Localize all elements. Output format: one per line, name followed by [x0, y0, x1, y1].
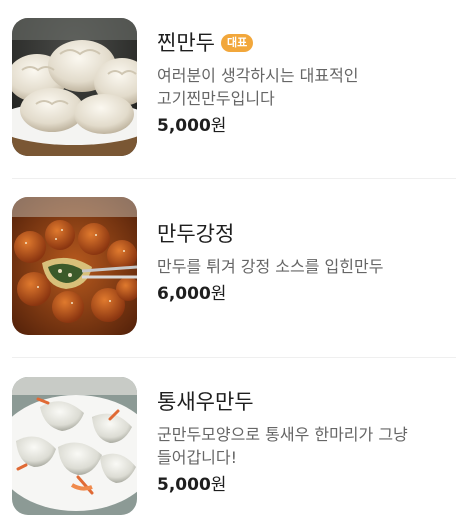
menu-item-info: 통새우만두 군만두모양으로 통새우 한마리가 그냥 들어갑니다! 5,000원	[157, 377, 447, 497]
menu-item-info: 만두강정 만두를 튀겨 강정 소스를 입힌만두 6,000원	[157, 197, 447, 306]
menu-list: 찐만두 대표 여러분이 생각하시는 대표적인 고기찐만두입니다 5,000원 만…	[0, 0, 469, 529]
price-value: 6,000	[157, 284, 211, 304]
price-currency: 원	[210, 475, 227, 495]
menu-item-photo	[12, 377, 137, 515]
price-value: 5,000	[157, 116, 211, 136]
menu-item-description: 여러분이 생각하시는 대표적인 고기찐만두입니다	[157, 66, 359, 108]
divider	[12, 357, 456, 358]
menu-item-price: 5,000원	[157, 114, 447, 138]
menu-item-name: 만두강정	[157, 222, 235, 246]
menu-item-price: 6,000원	[157, 282, 447, 306]
menu-item-photo	[12, 197, 137, 335]
menu-item-description: 군만두모양으로 통새우 한마리가 그냥 들어갑니다!	[157, 425, 408, 467]
price-value: 5,000	[157, 475, 211, 495]
menu-item-info: 찐만두 대표 여러분이 생각하시는 대표적인 고기찐만두입니다 5,000원	[157, 18, 447, 138]
signature-badge: 대표	[220, 34, 254, 52]
price-currency: 원	[210, 116, 227, 136]
menu-item-name: 통새우만두	[157, 390, 254, 414]
steamed-dumplings-image	[12, 18, 137, 156]
menu-item-dumpling-gangjeong[interactable]: 만두강정 만두를 튀겨 강정 소스를 입힌만두 6,000원	[12, 197, 456, 335]
menu-item-shrimp-dumplings[interactable]: 통새우만두 군만두모양으로 통새우 한마리가 그냥 들어갑니다! 5,000원	[12, 377, 456, 515]
shrimp-dumplings-image	[12, 377, 137, 515]
divider	[12, 178, 456, 179]
menu-item-name: 찐만두	[157, 31, 215, 55]
menu-item-steamed-dumplings[interactable]: 찐만두 대표 여러분이 생각하시는 대표적인 고기찐만두입니다 5,000원	[12, 18, 456, 156]
price-currency: 원	[210, 284, 227, 304]
menu-item-title-row: 만두강정	[157, 221, 447, 247]
menu-item-price: 5,000원	[157, 473, 447, 497]
menu-item-title-row: 찐만두 대표	[157, 30, 447, 56]
menu-item-title-row: 통새우만두	[157, 389, 447, 415]
menu-item-photo	[12, 18, 137, 156]
menu-item-description: 만두를 튀겨 강정 소스를 입힌만두	[157, 257, 384, 276]
sweet-crispy-dumplings-image	[12, 197, 137, 335]
